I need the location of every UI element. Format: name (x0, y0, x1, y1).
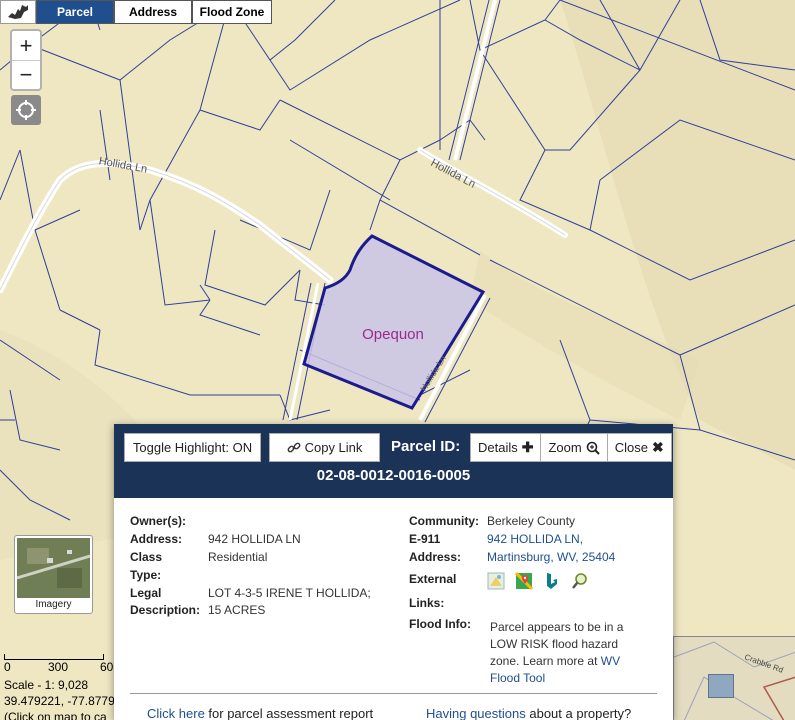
imagery-label: Imagery (35, 599, 72, 610)
road-label: Crabble Rd (743, 652, 784, 674)
wv-flood-tool-link-line2[interactable]: Flood Tool (490, 671, 545, 685)
zoom-out-button[interactable]: − (12, 60, 40, 89)
questions-line: Having questions about a property? (426, 706, 631, 720)
scale-tick: 0 (4, 660, 11, 674)
toggle-highlight-button[interactable]: Toggle Highlight: ON (124, 433, 261, 462)
zoom-button[interactable]: Zoom (540, 434, 606, 461)
details-button[interactable]: Details ✚ (471, 434, 540, 461)
legal-value-line2: 15 ACRES (208, 603, 266, 617)
parcel-label: Opequon (362, 326, 424, 343)
flood-text-line3-group: zone. Learn more at WV (490, 654, 620, 668)
tab-flood-zone[interactable]: Flood Zone (192, 0, 272, 24)
class-label: Class (130, 550, 163, 564)
overview-minimap[interactable]: Crabble Rd (673, 636, 795, 720)
e911-label: E-911 (409, 532, 441, 546)
e911-address-line1[interactable]: 942 HOLLIDA LN, (487, 532, 583, 546)
imagery-basemap-toggle[interactable]: Imagery (14, 535, 93, 614)
address-label: Address: (130, 532, 183, 546)
close-icon: ✖ (651, 439, 664, 455)
popup-action-group: Details ✚ Zoom Close ✖ (470, 433, 672, 462)
assessment-report-link[interactable]: Click here (147, 706, 205, 720)
links-label: Links: (409, 596, 445, 610)
address-value: 942 HOLLIDA LN (208, 532, 301, 546)
owner-label: Owner(s): (130, 514, 187, 528)
map-mode-toolbar: Parcel Address Flood Zone (0, 0, 272, 24)
flood-info-label: Flood Info: (409, 617, 471, 631)
e911-address-label: Address: (409, 550, 462, 564)
e911-address-line2[interactable]: Martinsburg, WV, 25404 (487, 550, 615, 564)
legal-label: Legal (130, 586, 162, 600)
zoom-in-icon (586, 441, 600, 455)
assessment-report-line: Click here for parcel assessment report (147, 706, 373, 720)
bing-icon[interactable] (543, 572, 561, 590)
search-icon[interactable] (571, 572, 589, 590)
external-label: External (409, 572, 457, 586)
parcel-id-label: Parcel ID: (391, 438, 461, 455)
link-icon (287, 442, 301, 452)
tab-parcel[interactable]: Parcel (36, 0, 114, 24)
legal-value-line1: LOT 4-3-5 IRENE T HOLLIDA; (208, 586, 371, 600)
wv-flood-tool-link[interactable]: WV (601, 654, 620, 668)
popup-divider (130, 693, 657, 694)
google-maps-icon[interactable] (515, 572, 533, 590)
tab-address[interactable]: Address (114, 0, 192, 24)
copy-link-button[interactable]: Copy Link (269, 433, 380, 462)
description-label: Description: (130, 603, 201, 617)
scale-text: Scale - 1: 9,028 (4, 678, 89, 692)
wv-state-icon[interactable] (0, 0, 36, 24)
plus-icon: ✚ (521, 439, 534, 455)
zoom-in-button[interactable]: + (12, 31, 40, 60)
flood-text-line1: Parcel appears to be in a (490, 620, 624, 634)
type-label: Type: (130, 568, 162, 582)
assessment-report-text: for parcel assessment report (208, 706, 374, 720)
parcel-info-popup: Toggle Highlight: ON Copy Link Parcel ID… (114, 424, 673, 720)
crosshair-icon (16, 100, 36, 120)
minimap-extent-box[interactable] (708, 674, 734, 698)
scale-tick: 300 (48, 660, 69, 674)
locate-button[interactable] (11, 95, 41, 125)
popup-header: Toggle Highlight: ON Copy Link Parcel ID… (114, 424, 673, 498)
zoom-label: Zoom (548, 440, 582, 455)
popup-body: Owner(s): Address: 942 HOLLIDA LN Class … (114, 498, 673, 720)
close-label: Close (614, 440, 648, 455)
details-label: Details (478, 440, 518, 455)
streetview-icon[interactable] (487, 572, 505, 590)
community-label: Community: (409, 514, 479, 528)
flood-text-line3: zone. Learn more at (490, 654, 598, 668)
coordinates-readout: 39.479221, -77.8779 (4, 694, 115, 708)
community-value: Berkeley County (487, 514, 576, 528)
zoom-control: + − (10, 29, 42, 91)
copy-link-label: Copy Link (304, 440, 363, 455)
close-button[interactable]: Close ✖ (606, 434, 671, 461)
flood-text-line2: LOW RISK flood hazard (490, 637, 619, 651)
questions-text: about a property? (529, 706, 632, 720)
external-links (487, 572, 589, 590)
class-value: Residential (208, 550, 268, 564)
parcel-id-value: 02-08-0012-0016-0005 (316, 467, 471, 484)
questions-link[interactable]: Having questions (426, 706, 526, 720)
imagery-thumbnail (17, 538, 90, 598)
scale-tick: 60 (100, 660, 114, 674)
click-hint: (Click on map to ca (4, 710, 107, 720)
